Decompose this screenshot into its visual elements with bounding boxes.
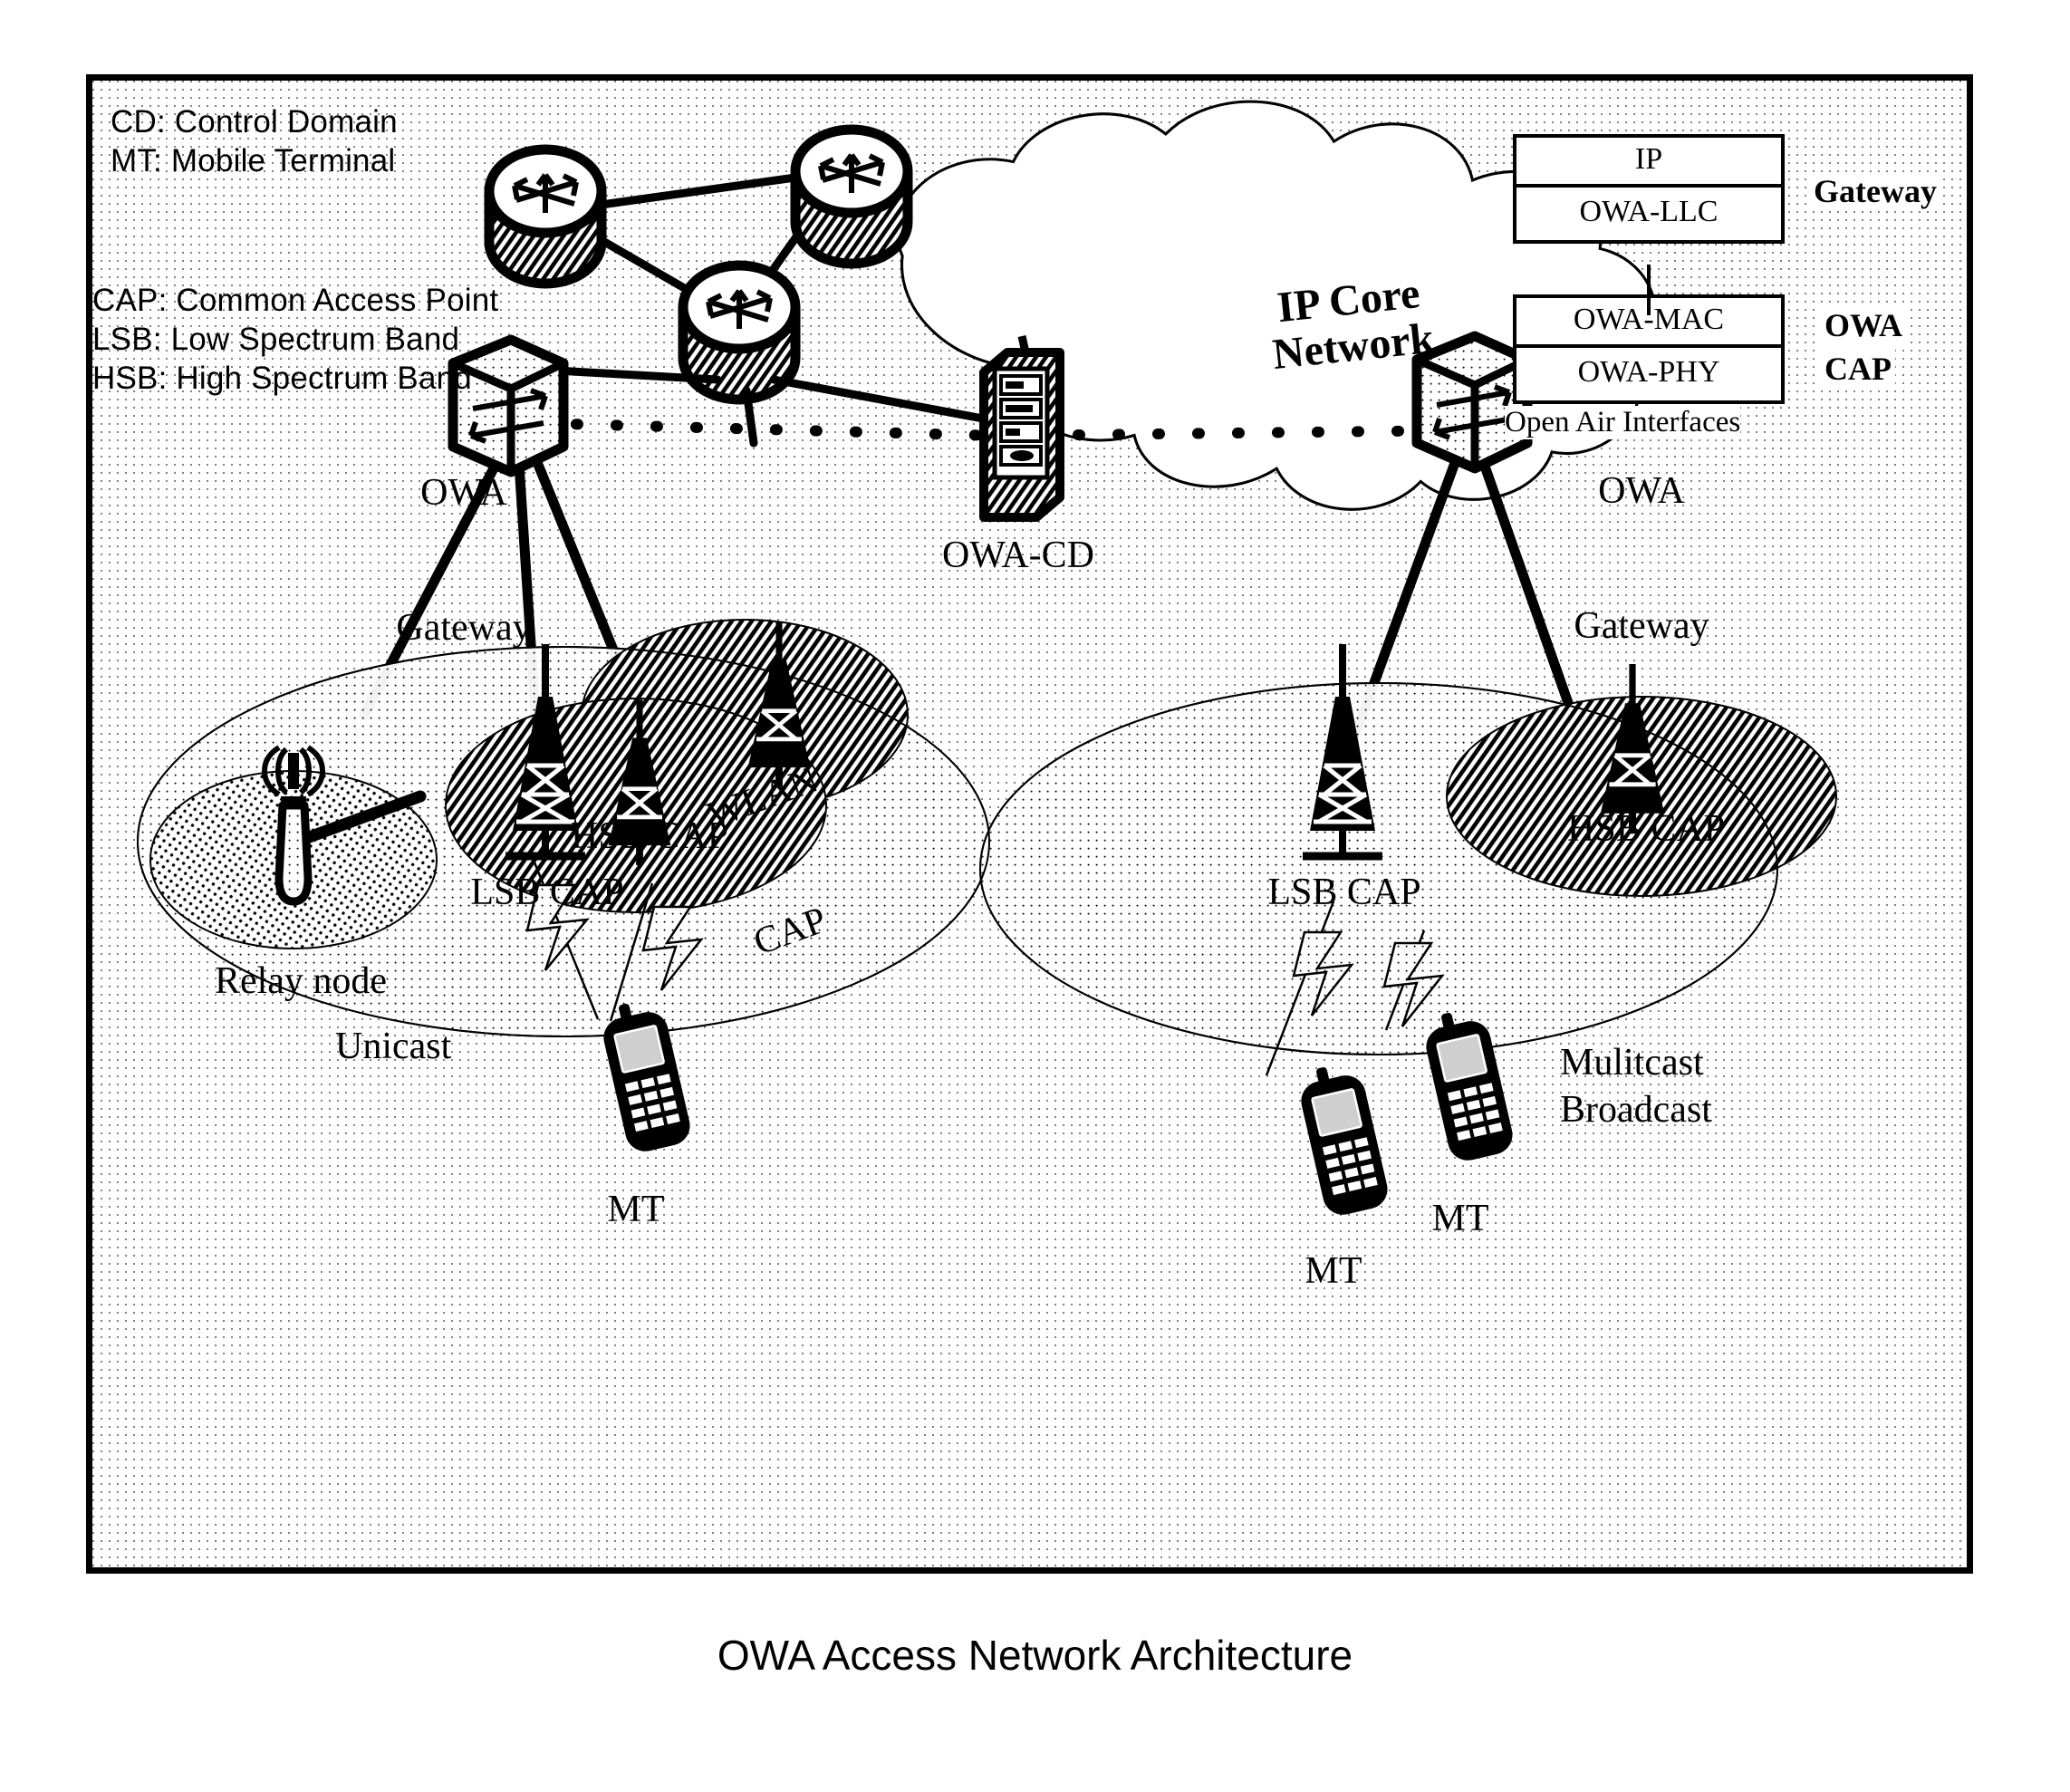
core-router-2: [790, 124, 913, 269]
owa-gateway-left-line1: OWA: [420, 472, 507, 515]
owa-cd-label: OWA-CD: [942, 535, 1094, 576]
stack-owa-cap-line1: OWA: [1821, 306, 1907, 344]
owa-cd-icon: [979, 335, 1064, 522]
stack-layer-ip: IP: [1516, 138, 1781, 184]
hsb-cap-right-label: HSB CAP: [1567, 808, 1725, 850]
figure-caption: OWA Access Network Architecture: [717, 1632, 1353, 1679]
stack-owa-cap-line2: CAP: [1821, 350, 1895, 388]
owa-gateway-left-line2: Gateway: [396, 606, 532, 649]
owa-gateway-left-label: OWA Gateway: [364, 381, 563, 740]
legend-cap: CAP: Common Access Point: [92, 283, 499, 318]
stack-layer-owa-phy: OWA-PHY: [1516, 344, 1781, 400]
mt-right-b-label: MT: [1431, 1198, 1489, 1239]
ip-core-network-label: IP Core Network: [1266, 269, 1436, 379]
unicast-label: Unicast: [335, 1026, 452, 1067]
relay-node-label: Relay node: [214, 960, 388, 1002]
legend-mt: MT: Mobile Terminal: [111, 143, 396, 178]
lsb-cap-right-label: LSB CAP: [1267, 872, 1421, 913]
legend-lsb: LSB: Low Spectrum Band: [92, 322, 460, 357]
multicast-label: Mulitcast: [1560, 1042, 1704, 1084]
mt-right-a-label: MT: [1305, 1250, 1362, 1292]
mt-left-label: MT: [607, 1189, 665, 1230]
owa-gateway-right-line2: Gateway: [1574, 604, 1709, 647]
open-air-interfaces-label: Open Air Interfaces: [1505, 406, 1741, 439]
wlan-cap-line2: CAP: [747, 899, 833, 964]
lsb-cap-left-label: LSB CAP: [470, 872, 624, 913]
legend-cd: CD: Control Domain: [111, 104, 398, 140]
stack-connector-line: [1647, 265, 1651, 315]
stack-upper-group: IP OWA-LLC: [1513, 134, 1785, 244]
stack-gateway-label: Gateway: [1810, 172, 1940, 210]
stack-layer-owa-llc: OWA-LLC: [1516, 184, 1781, 240]
broadcast-label: Broadcast: [1560, 1089, 1712, 1131]
owa-gateway-right-line1: OWA: [1598, 470, 1685, 513]
figure-canvas: CD: Control Domain MT: Mobile Terminal C…: [0, 0, 2070, 1792]
core-router-1: [484, 144, 607, 289]
mt-right-a-icon: [1301, 1067, 1388, 1215]
hsb-cap-left-label: HSB CAP: [571, 815, 728, 857]
